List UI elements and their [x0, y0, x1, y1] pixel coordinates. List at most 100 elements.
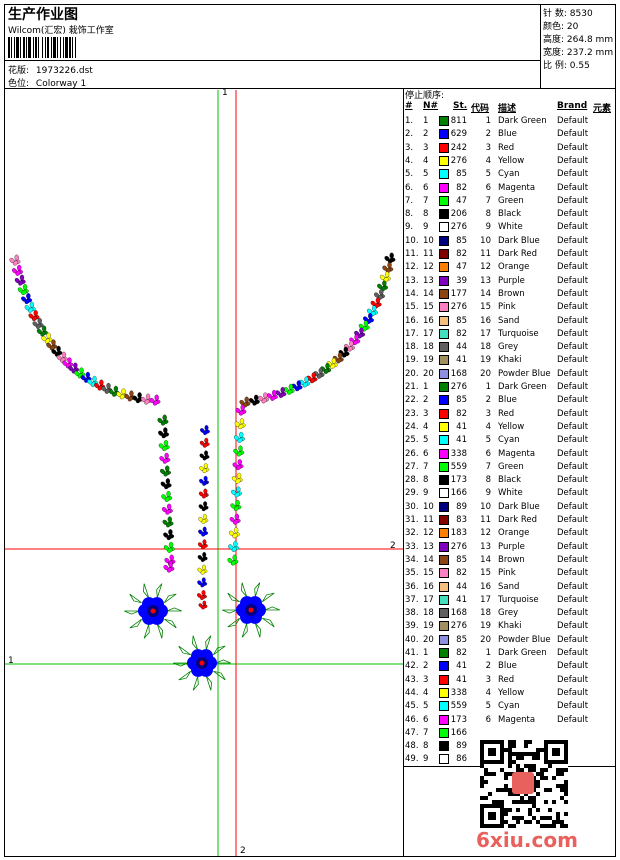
thread-brand: Default	[557, 342, 589, 353]
embroidery-canvas	[5, 90, 403, 856]
stat-colors: 颜色: 20	[543, 22, 579, 32]
petal	[26, 293, 31, 299]
petal	[337, 352, 343, 359]
color-description: Brown	[498, 554, 525, 565]
color-swatch	[439, 275, 449, 286]
qr-module	[516, 752, 520, 756]
petal	[162, 414, 167, 421]
row-index: 44.	[405, 687, 419, 698]
color-swatch	[439, 249, 449, 259]
color-description: Cyan	[498, 701, 520, 712]
needle-number: 20	[423, 368, 434, 379]
needle-number: 7	[423, 195, 429, 206]
color-description: Blue	[498, 395, 517, 406]
color-swatch	[439, 515, 449, 525]
motif	[161, 503, 173, 515]
petal	[203, 488, 208, 494]
thread-brand: Default	[557, 475, 589, 486]
petal	[318, 367, 323, 374]
qr-module	[516, 820, 520, 824]
stitch-count: 39	[456, 275, 467, 286]
qr-module	[520, 768, 524, 772]
barcode-bar	[33, 37, 34, 58]
thread-brand: Default	[557, 262, 589, 273]
thread-brand: Default	[557, 581, 589, 592]
table-row: 32. 12 183 12 Orange Default	[404, 527, 616, 540]
row-index: 33.	[405, 541, 419, 552]
petal	[325, 363, 330, 369]
thread-brand: Default	[557, 448, 589, 459]
petal	[379, 289, 384, 295]
color-swatch	[439, 701, 449, 712]
color-code: 20	[480, 368, 491, 379]
qr-module	[520, 756, 524, 760]
qr-module	[540, 816, 544, 820]
color-description: Yellow	[498, 421, 525, 432]
colorway-value: Colorway 1	[35, 79, 87, 89]
needle-number: 3	[423, 674, 429, 685]
petal	[92, 375, 97, 382]
color-description: Khaki	[498, 621, 522, 632]
color-code: 7	[485, 461, 491, 472]
petal	[343, 346, 348, 353]
needle-number: 19	[423, 621, 434, 632]
color-swatch	[439, 222, 449, 233]
stitch-count: 44	[456, 342, 467, 353]
qr-module	[544, 816, 548, 820]
thread-brand: Default	[557, 568, 589, 579]
motif	[158, 427, 170, 439]
barcode-bar	[60, 37, 61, 58]
barcode-bar	[23, 37, 25, 58]
petal	[204, 425, 209, 431]
barcode	[8, 37, 76, 58]
qr-module	[504, 748, 508, 752]
needle-number: 11	[423, 515, 434, 525]
petal	[202, 526, 207, 532]
row-index: 46.	[405, 714, 419, 725]
table-row: 46. 6 173 6 Magenta Default	[404, 714, 616, 727]
needle-number: 17	[423, 594, 434, 605]
stitch-count: 166	[450, 488, 467, 499]
stitch-count: 89	[456, 501, 467, 512]
row-index: 19.	[405, 355, 419, 366]
petal	[61, 351, 67, 358]
color-swatch	[439, 475, 449, 486]
color-code: 3	[485, 674, 491, 685]
table-row: 20. 20 168 20 Powder Blue Default	[404, 368, 616, 381]
leaf	[143, 624, 150, 639]
qr-module	[504, 772, 508, 776]
qr-finder-center	[488, 812, 496, 820]
qr-module	[512, 816, 516, 820]
motif	[228, 527, 240, 539]
leaf	[213, 670, 226, 681]
stop-order-title: 停止顺序:	[405, 91, 445, 101]
thread-brand: Default	[557, 249, 589, 259]
thread-brand: Default	[557, 701, 589, 712]
qr-module	[488, 792, 492, 796]
petal	[29, 301, 35, 308]
thread-brand: Default	[557, 195, 589, 206]
qr-module	[500, 768, 504, 772]
petal	[363, 320, 369, 327]
qr-module	[528, 796, 532, 800]
leaf	[254, 623, 261, 638]
stitch-count: 85	[456, 554, 467, 565]
petal	[387, 262, 392, 269]
row-index: 26.	[405, 448, 419, 459]
needle-number: 20	[423, 634, 434, 645]
stitch-count: 83	[456, 515, 467, 525]
petal	[164, 452, 169, 459]
stitch-count: 82	[456, 249, 467, 259]
color-code: 8	[485, 209, 491, 220]
petal	[154, 394, 159, 401]
petal	[244, 396, 249, 403]
motif	[198, 488, 209, 499]
table-row: 9. 9 276 9 White Default	[404, 221, 616, 234]
color-swatch	[439, 727, 449, 738]
color-swatch	[439, 568, 449, 579]
qr-module	[552, 820, 556, 824]
color-code: 13	[480, 275, 491, 286]
color-description: Orange	[498, 528, 530, 539]
needle-number: 3	[423, 408, 429, 419]
petal	[85, 371, 91, 378]
